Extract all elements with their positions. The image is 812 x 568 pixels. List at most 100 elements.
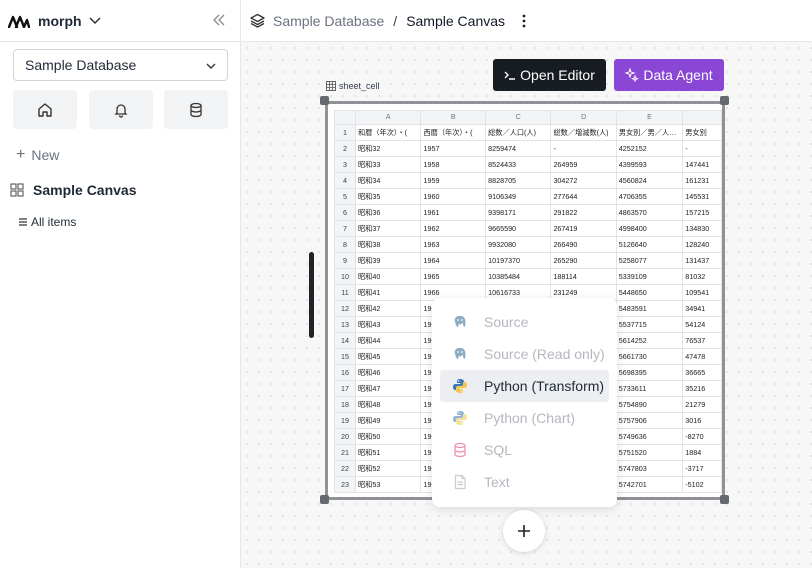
- table-cell[interactable]: 8524433: [485, 156, 552, 173]
- table-cell[interactable]: 1963: [420, 236, 487, 253]
- table-cell[interactable]: 4399593: [615, 156, 684, 173]
- table-cell[interactable]: 総数／増減数(人): [550, 124, 617, 141]
- table-cell[interactable]: 5126640: [615, 236, 684, 253]
- row-number[interactable]: 16: [334, 364, 356, 381]
- table-cell[interactable]: 5483591: [615, 300, 684, 317]
- table-cell[interactable]: 昭和53: [354, 476, 422, 493]
- table-cell[interactable]: 277644: [550, 188, 617, 205]
- new-button[interactable]: + New: [16, 146, 59, 164]
- table-cell[interactable]: 昭和32: [354, 140, 422, 157]
- column-header[interactable]: C: [485, 110, 552, 125]
- home-button[interactable]: [13, 90, 77, 129]
- table-cell[interactable]: 9665590: [485, 220, 552, 237]
- table-cell[interactable]: 265290: [550, 252, 617, 269]
- table-cell[interactable]: 34941: [682, 300, 722, 317]
- row-number[interactable]: 9: [334, 252, 356, 269]
- table-cell[interactable]: 304272: [550, 172, 617, 189]
- table-cell[interactable]: 81032: [682, 268, 722, 285]
- database-select[interactable]: Sample Database: [13, 49, 228, 81]
- table-cell[interactable]: 147441: [682, 156, 722, 173]
- table-cell[interactable]: 267419: [550, 220, 617, 237]
- table-cell[interactable]: 昭和46: [354, 364, 422, 381]
- table-cell[interactable]: 5448650: [615, 284, 684, 301]
- table-cell[interactable]: 3016: [682, 412, 722, 429]
- menu-item-python-chart[interactable]: Python (Chart): [440, 402, 609, 434]
- table-cell[interactable]: 1959: [420, 172, 487, 189]
- table-cell[interactable]: 5747803: [615, 460, 684, 477]
- table-cell[interactable]: 昭和43: [354, 316, 422, 333]
- table-cell[interactable]: 291822: [550, 204, 617, 221]
- chevron-down-icon[interactable]: [88, 14, 102, 28]
- row-number[interactable]: 11: [334, 284, 356, 301]
- table-cell[interactable]: 128240: [682, 236, 722, 253]
- row-number[interactable]: 6: [334, 204, 356, 221]
- table-cell[interactable]: 昭和41: [354, 284, 422, 301]
- table-cell[interactable]: 5339109: [615, 268, 684, 285]
- table-cell[interactable]: 9932080: [485, 236, 552, 253]
- table-cell[interactable]: -: [550, 140, 617, 157]
- table-cell[interactable]: 5258077: [615, 252, 684, 269]
- table-cell[interactable]: 1965: [420, 268, 487, 285]
- resize-handle-top-left[interactable]: [320, 96, 329, 105]
- column-header[interactable]: D: [550, 110, 617, 125]
- table-cell[interactable]: 4998400: [615, 220, 684, 237]
- sidebar-item-sample-canvas[interactable]: Sample Canvas: [10, 182, 137, 198]
- open-editor-button[interactable]: Open Editor: [493, 59, 606, 91]
- table-cell[interactable]: 4560824: [615, 172, 684, 189]
- table-cell[interactable]: 5757906: [615, 412, 684, 429]
- table-cell[interactable]: 10197370: [485, 252, 552, 269]
- notifications-button[interactable]: [89, 90, 153, 129]
- table-cell[interactable]: 5614252: [615, 332, 684, 349]
- row-number[interactable]: 23: [334, 476, 356, 493]
- table-cell[interactable]: 134830: [682, 220, 722, 237]
- table-cell[interactable]: 161231: [682, 172, 722, 189]
- table-cell[interactable]: 昭和35: [354, 188, 422, 205]
- resize-handle-bottom-left[interactable]: [320, 495, 329, 504]
- table-cell[interactable]: 昭和38: [354, 236, 422, 253]
- table-cell[interactable]: 昭和40: [354, 268, 422, 285]
- table-cell[interactable]: 昭和49: [354, 412, 422, 429]
- table-cell[interactable]: 109541: [682, 284, 722, 301]
- table-cell[interactable]: 昭和52: [354, 460, 422, 477]
- menu-item-source-read-only[interactable]: Source (Read only): [440, 338, 609, 370]
- table-cell[interactable]: 266490: [550, 236, 617, 253]
- table-cell[interactable]: 1958: [420, 156, 487, 173]
- breadcrumb-database[interactable]: Sample Database: [273, 13, 384, 29]
- table-cell[interactable]: 昭和37: [354, 220, 422, 237]
- table-cell[interactable]: 5698395: [615, 364, 684, 381]
- table-cell[interactable]: 昭和42: [354, 300, 422, 317]
- table-cell[interactable]: 1961: [420, 204, 487, 221]
- menu-item-sql[interactable]: SQL: [440, 434, 609, 466]
- table-cell[interactable]: 西暦（年次）・(: [420, 124, 487, 141]
- table-cell[interactable]: 76537: [682, 332, 722, 349]
- table-cell[interactable]: 35216: [682, 380, 722, 397]
- row-number[interactable]: 13: [334, 316, 356, 333]
- column-header[interactable]: A: [354, 110, 422, 125]
- table-cell[interactable]: 8259474: [485, 140, 552, 157]
- row-number[interactable]: 3: [334, 156, 356, 173]
- table-cell[interactable]: 昭和36: [354, 204, 422, 221]
- table-cell[interactable]: 1960: [420, 188, 487, 205]
- table-cell[interactable]: -8270: [682, 428, 722, 445]
- table-cell[interactable]: 9106349: [485, 188, 552, 205]
- table-cell[interactable]: 5754890: [615, 396, 684, 413]
- table-cell[interactable]: 5661730: [615, 348, 684, 365]
- column-header[interactable]: B: [420, 110, 487, 125]
- table-cell[interactable]: 昭和48: [354, 396, 422, 413]
- row-number[interactable]: 10: [334, 268, 356, 285]
- table-cell[interactable]: 1964: [420, 252, 487, 269]
- row-number[interactable]: 8: [334, 236, 356, 253]
- table-cell[interactable]: 4863570: [615, 204, 684, 221]
- row-number[interactable]: 2: [334, 140, 356, 157]
- table-cell[interactable]: 昭和34: [354, 172, 422, 189]
- table-cell[interactable]: 昭和51: [354, 444, 422, 461]
- table-cell[interactable]: 264959: [550, 156, 617, 173]
- column-header[interactable]: E: [615, 110, 684, 125]
- row-number[interactable]: 7: [334, 220, 356, 237]
- add-cell-button[interactable]: [503, 510, 545, 552]
- row-number[interactable]: 12: [334, 300, 356, 317]
- table-cell[interactable]: 昭和45: [354, 348, 422, 365]
- table-cell[interactable]: 昭和47: [354, 380, 422, 397]
- table-cell[interactable]: 188114: [550, 268, 617, 285]
- resize-handle-top-right[interactable]: [720, 96, 729, 105]
